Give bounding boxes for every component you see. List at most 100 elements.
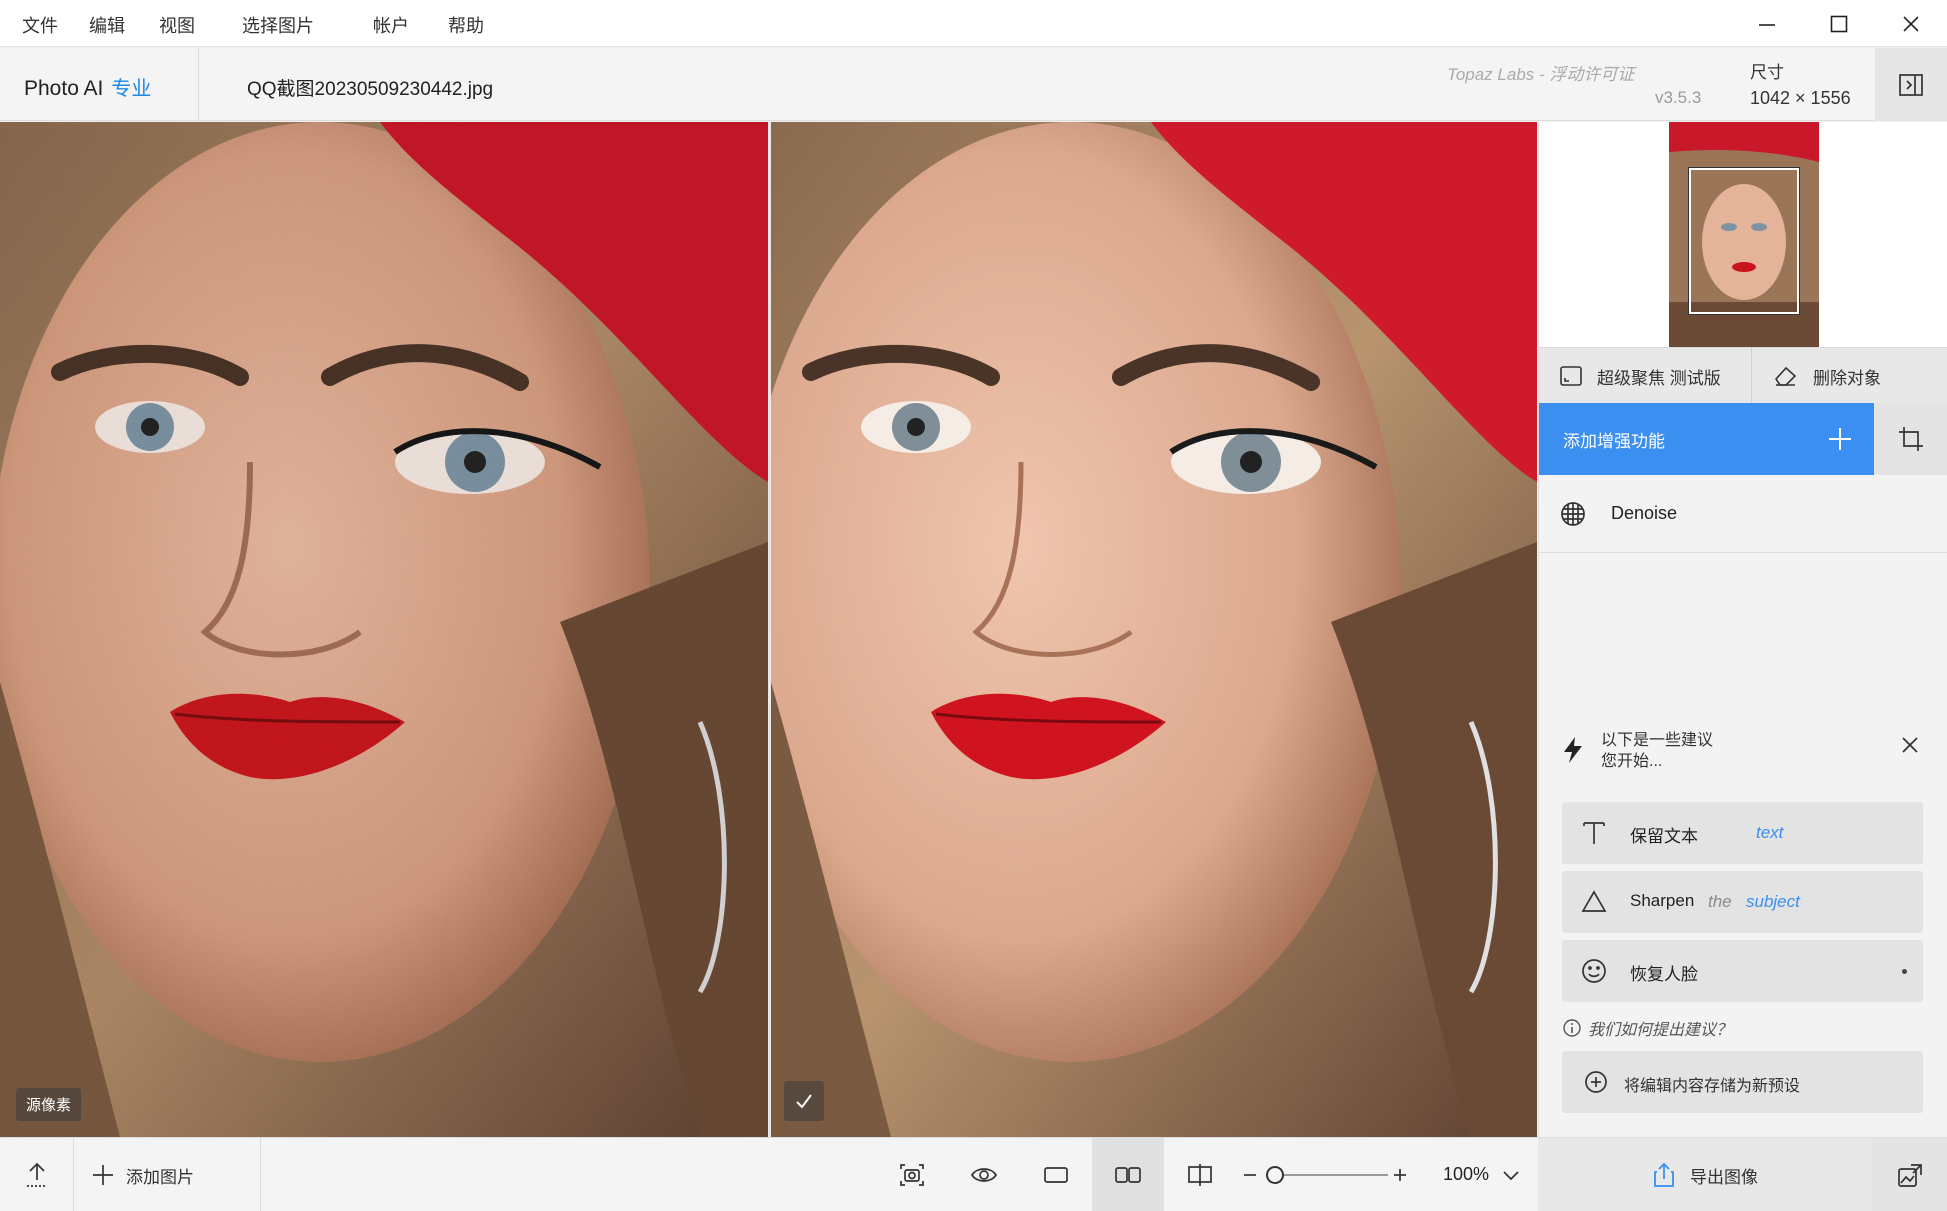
preview-toggle-button[interactable] (948, 1138, 1020, 1211)
zoom-slider-handle[interactable] (1266, 1166, 1284, 1184)
toolbar-divider (73, 1138, 74, 1211)
add-enhancement-button[interactable]: 添加增强功能 (1539, 403, 1874, 475)
tool-divider (1751, 348, 1752, 404)
add-circle-icon (1585, 1071, 1607, 1093)
focus-frame-icon (1560, 366, 1582, 386)
menu-view[interactable]: 视图 (159, 12, 195, 38)
navigator-viewport-frame[interactable] (1688, 167, 1800, 315)
add-enhancement-label: 添加增强功能 (1563, 431, 1665, 451)
app-brand: Photo AI 专业 (24, 72, 151, 101)
portrait-original (0, 122, 768, 1137)
zoom-out-icon[interactable] (1242, 1167, 1258, 1183)
eye-icon (970, 1168, 998, 1182)
dimensions-value: 1042 × 1556 (1750, 88, 1851, 108)
add-image-label: 添加图片 (126, 1167, 194, 1187)
remove-object-button[interactable]: 删除对象 (1773, 348, 1881, 404)
close-icon (1903, 15, 1919, 32)
suggestion-target: text (1756, 823, 1784, 842)
save-preset-label: 将编辑内容存储为新预设 (1624, 1078, 1801, 1095)
menu-help[interactable]: 帮助 (448, 12, 484, 38)
chevron-down-icon[interactable] (1502, 1170, 1520, 1182)
upload-icon (26, 1162, 47, 1187)
super-focus-label: 超级聚焦 测试版 (1597, 368, 1721, 388)
plus-icon (1829, 428, 1851, 450)
menu-file[interactable]: 文件 (22, 12, 58, 38)
file-name: QQ截图20230509230442.jpg (247, 79, 494, 100)
denoise-label: Denoise (1611, 503, 1678, 523)
zoom-slider-track[interactable] (1268, 1174, 1388, 1176)
upload-button[interactable] (0, 1138, 73, 1211)
text-icon (1583, 822, 1605, 844)
save-preset-button[interactable]: 将编辑内容存储为新预设 (1562, 1051, 1923, 1113)
split-view-icon (1188, 1164, 1212, 1186)
how-suggest-link[interactable]: 我们如何提出建议？ (1562, 1016, 1732, 1040)
right-panel: 超级聚焦 测试版 删除对象 添加增强功能 Denoise 以下是一些建议 您开始… (1538, 122, 1947, 1137)
single-view-icon (1044, 1167, 1068, 1183)
suggestion-target: subject (1746, 892, 1800, 911)
maximize-icon (1830, 15, 1848, 32)
remove-object-label: 删除对象 (1813, 368, 1881, 388)
side-by-side-view-button[interactable] (1092, 1138, 1164, 1211)
suggestion-preserve-text[interactable]: 保留文本 text (1562, 802, 1923, 864)
split-view-button[interactable] (1164, 1138, 1236, 1211)
single-view-button[interactable] (1020, 1138, 1092, 1211)
suggestions-title-line2: 您开始... (1601, 753, 1663, 770)
suggestion-face-recovery[interactable]: 恢复人脸 (1562, 940, 1923, 1002)
enhanced-image[interactable] (771, 122, 1537, 1137)
portrait-enhanced (771, 122, 1537, 1137)
menu-edit[interactable]: 编辑 (89, 12, 125, 38)
original-image[interactable] (0, 122, 768, 1137)
snapshot-button[interactable] (876, 1138, 948, 1211)
menu-select-image[interactable]: 选择图片 (242, 12, 314, 38)
camera-focus-icon (900, 1164, 924, 1186)
export-label: 导出图像 (1690, 1167, 1758, 1187)
add-image-button[interactable]: 添加图片 (90, 1138, 260, 1211)
enhancement-item-denoise[interactable]: Denoise (1539, 475, 1947, 553)
plus-icon (93, 1165, 113, 1185)
check-icon (796, 1094, 812, 1109)
lightning-icon (1564, 737, 1582, 763)
panel-toggle-button[interactable] (1875, 48, 1947, 121)
minimize-icon (1759, 23, 1775, 26)
suggestion-label: 恢复人脸 (1630, 965, 1698, 984)
close-suggestions-icon[interactable] (1899, 734, 1921, 756)
close-button[interactable] (1875, 0, 1947, 47)
crop-button[interactable] (1874, 403, 1947, 475)
smiley-icon (1582, 959, 1606, 983)
crop-icon (1899, 427, 1923, 451)
maximize-button[interactable] (1803, 0, 1875, 47)
suggestion-label: Sharpen (1630, 891, 1695, 910)
info-icon (1563, 1019, 1581, 1037)
image-export-icon (1897, 1164, 1922, 1187)
export-button[interactable]: 导出图像 (1538, 1138, 1872, 1211)
menu-bar: 文件 编辑 视图 选择图片 帐户 帮助 (0, 0, 1947, 47)
suggestions-header: 以下是一些建议 您开始... (1539, 730, 1947, 790)
super-focus-button[interactable]: 超级聚焦 测试版 (1559, 348, 1721, 404)
minimize-button[interactable] (1731, 0, 1803, 47)
suggestion-sharpen[interactable]: Sharpen the subject (1562, 871, 1923, 933)
triangle-icon (1581, 890, 1607, 912)
suggestion-label: 保留文本 (1630, 827, 1698, 846)
side-by-side-icon (1115, 1167, 1141, 1183)
tool-row: 超级聚焦 测试版 删除对象 (1539, 347, 1947, 404)
license-text: Topaz Labs - 浮动许可证 (1447, 65, 1635, 84)
image-viewer[interactable]: 源像素 (0, 122, 1537, 1137)
export-icon (1654, 1162, 1674, 1187)
eraser-icon (1774, 366, 1797, 386)
menu-account[interactable]: 帐户 (373, 12, 409, 38)
toolbar-divider (260, 1138, 261, 1211)
zoom-level[interactable]: 100% (1443, 1164, 1489, 1185)
preview-check-badge[interactable] (784, 1081, 824, 1121)
suggestion-modifier: the (1708, 892, 1732, 911)
header-divider (198, 48, 199, 121)
navigator[interactable] (1539, 122, 1947, 347)
how-suggest-label: 我们如何提出建议？ (1588, 1022, 1733, 1039)
brand-name: Photo AI (24, 77, 104, 100)
bottom-toolbar: 添加图片 100% 导出图像 (0, 1137, 1947, 1211)
brand-tier: 专业 (111, 78, 152, 100)
dimensions-label: 尺寸 (1750, 63, 1784, 82)
status-dot (1902, 969, 1907, 974)
add-enhancement-row: 添加增强功能 (1539, 403, 1947, 475)
zoom-in-icon[interactable] (1392, 1167, 1408, 1183)
compare-export-button[interactable] (1872, 1138, 1947, 1211)
